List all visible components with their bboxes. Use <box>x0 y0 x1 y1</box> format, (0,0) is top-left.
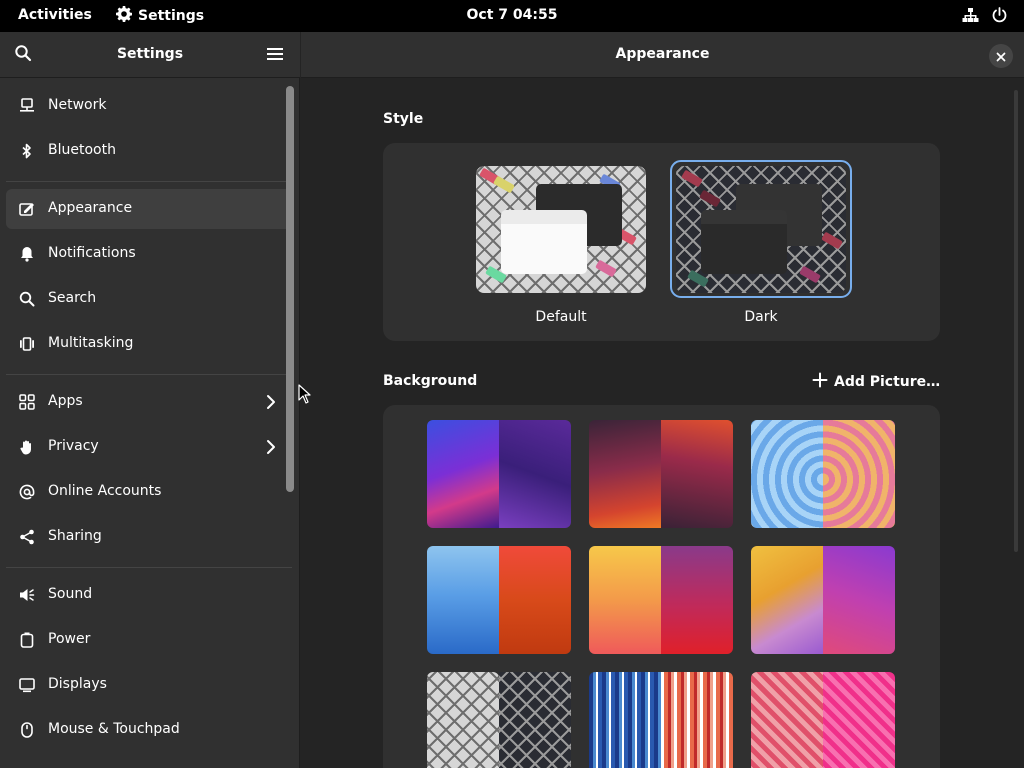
wallpaper-thumbnail[interactable] <box>751 672 895 768</box>
style-card <box>383 143 940 341</box>
clock[interactable]: Oct 7 04:55 <box>442 7 582 23</box>
gear-icon <box>116 6 133 26</box>
wallpaper-thumbnail[interactable] <box>427 420 571 528</box>
wallpaper-thumbnail[interactable] <box>427 546 571 654</box>
content-scrollbar[interactable] <box>1014 90 1018 552</box>
sidebar-item-power[interactable]: Power <box>6 620 292 660</box>
main-menu-button[interactable] <box>262 42 288 68</box>
sidebar-item-label: Appearance <box>48 200 133 216</box>
sidebar-item-displays[interactable]: Displays <box>6 665 292 705</box>
app-menu-label: Settings <box>138 8 205 24</box>
wallpaper-thumbnail[interactable] <box>589 420 733 528</box>
sidebar-item-notifications[interactable]: Notifications <box>6 234 292 274</box>
sidebar-item-label: Sound <box>48 586 93 602</box>
sidebar-item-bluetooth[interactable]: Bluetooth <box>6 131 292 171</box>
sidebar-separator <box>6 567 292 568</box>
speaker-icon <box>18 586 36 604</box>
add-picture-button[interactable]: Add Picture… <box>812 372 940 392</box>
style-option-label: Dark <box>744 309 778 325</box>
sidebar-header: Settings <box>0 32 300 78</box>
hand-icon <box>18 438 36 456</box>
sidebar-item-label: Notifications <box>48 245 136 261</box>
wallpaper-thumbnail-dark-half[interactable] <box>499 672 571 768</box>
content-header: Appearance <box>301 32 1024 78</box>
search-icon <box>18 290 36 308</box>
style-option-dark[interactable] <box>676 166 846 293</box>
sidebar-item-network[interactable]: Network <box>6 86 292 126</box>
sidebar-item-search[interactable]: Search <box>6 279 292 319</box>
page-title: Appearance <box>615 46 710 62</box>
wallpaper-thumbnail[interactable] <box>589 546 733 654</box>
sidebar-separator <box>6 181 292 182</box>
sidebar-item-label: Mouse & Touchpad <box>48 721 180 737</box>
activities-button[interactable]: Activities <box>18 7 92 23</box>
sidebar-item-sound[interactable]: Sound <box>6 575 292 615</box>
sidebar-item-label: Sharing <box>48 528 102 544</box>
sidebar-item-label: Displays <box>48 676 107 692</box>
plus-icon <box>812 372 828 392</box>
sidebar-title: Settings <box>116 46 184 62</box>
style-option-default[interactable] <box>476 166 646 293</box>
sidebar-item-sharing[interactable]: Sharing <box>6 517 292 557</box>
sidebar-item-label: Online Accounts <box>48 483 162 499</box>
wallpaper-thumbnail[interactable] <box>751 546 895 654</box>
mouse-icon <box>18 721 36 739</box>
wallpaper-thumbnail[interactable] <box>589 672 733 768</box>
display-icon <box>18 676 36 694</box>
sidebar-item-multitasking[interactable]: Multitasking <box>6 324 292 364</box>
sidebar-item-appearance[interactable]: Appearance <box>6 189 292 229</box>
close-button[interactable] <box>989 44 1013 68</box>
sidebar-item-privacy[interactable]: Privacy <box>6 427 292 467</box>
light-window-preview <box>501 210 587 274</box>
sidebar-item-label: Bluetooth <box>48 142 116 158</box>
sidebar-item-label: Search <box>48 290 97 306</box>
sidebar-item-online-accounts[interactable]: Online Accounts <box>6 472 292 512</box>
wallpaper-thumbnail[interactable] <box>751 420 895 528</box>
sidebar-item-label: Multitasking <box>48 335 134 351</box>
chevron-right-icon <box>262 438 280 456</box>
sidebar: Settings Network Bluetooth Appearance No… <box>0 32 300 768</box>
sidebar-item-label: Power <box>48 631 91 647</box>
sidebar-item-label: Privacy <box>48 438 99 454</box>
apps-icon <box>18 393 36 411</box>
sidebar-scrollbar[interactable] <box>286 86 294 492</box>
hamburger-icon <box>267 46 283 65</box>
chevron-right-icon <box>262 393 280 411</box>
network-icon <box>18 97 36 115</box>
power-menu-icon[interactable] <box>991 7 1008 28</box>
appearance-icon <box>18 200 36 218</box>
sidebar-separator <box>6 374 292 375</box>
close-icon <box>996 47 1006 66</box>
sidebar-item-label: Apps <box>48 393 83 409</box>
sidebar-item-label: Network <box>48 97 107 113</box>
network-wired-icon[interactable] <box>962 7 979 28</box>
power-icon <box>18 631 36 649</box>
sidebar-item-apps[interactable]: Apps <box>6 382 292 422</box>
add-picture-label: Add Picture… <box>834 374 941 390</box>
wallpaper-thumbnail[interactable] <box>427 672 499 768</box>
background-section-title: Background <box>383 373 478 389</box>
share-icon <box>18 528 36 546</box>
app-menu[interactable]: Settings <box>116 6 204 26</box>
at-icon <box>18 483 36 501</box>
bell-icon <box>18 245 36 263</box>
mouse-pointer-icon <box>298 384 312 408</box>
style-option-label: Default <box>535 309 587 325</box>
bluetooth-icon <box>18 142 36 160</box>
sidebar-item-mouse-touchpad[interactable]: Mouse & Touchpad <box>6 710 292 750</box>
multitasking-icon <box>18 335 36 353</box>
style-section-title: Style <box>383 111 424 127</box>
dark-window-preview-front <box>701 210 787 274</box>
system-tray[interactable] <box>962 7 1008 28</box>
top-bar: Activities Settings Oct 7 04:55 <box>0 0 1024 32</box>
